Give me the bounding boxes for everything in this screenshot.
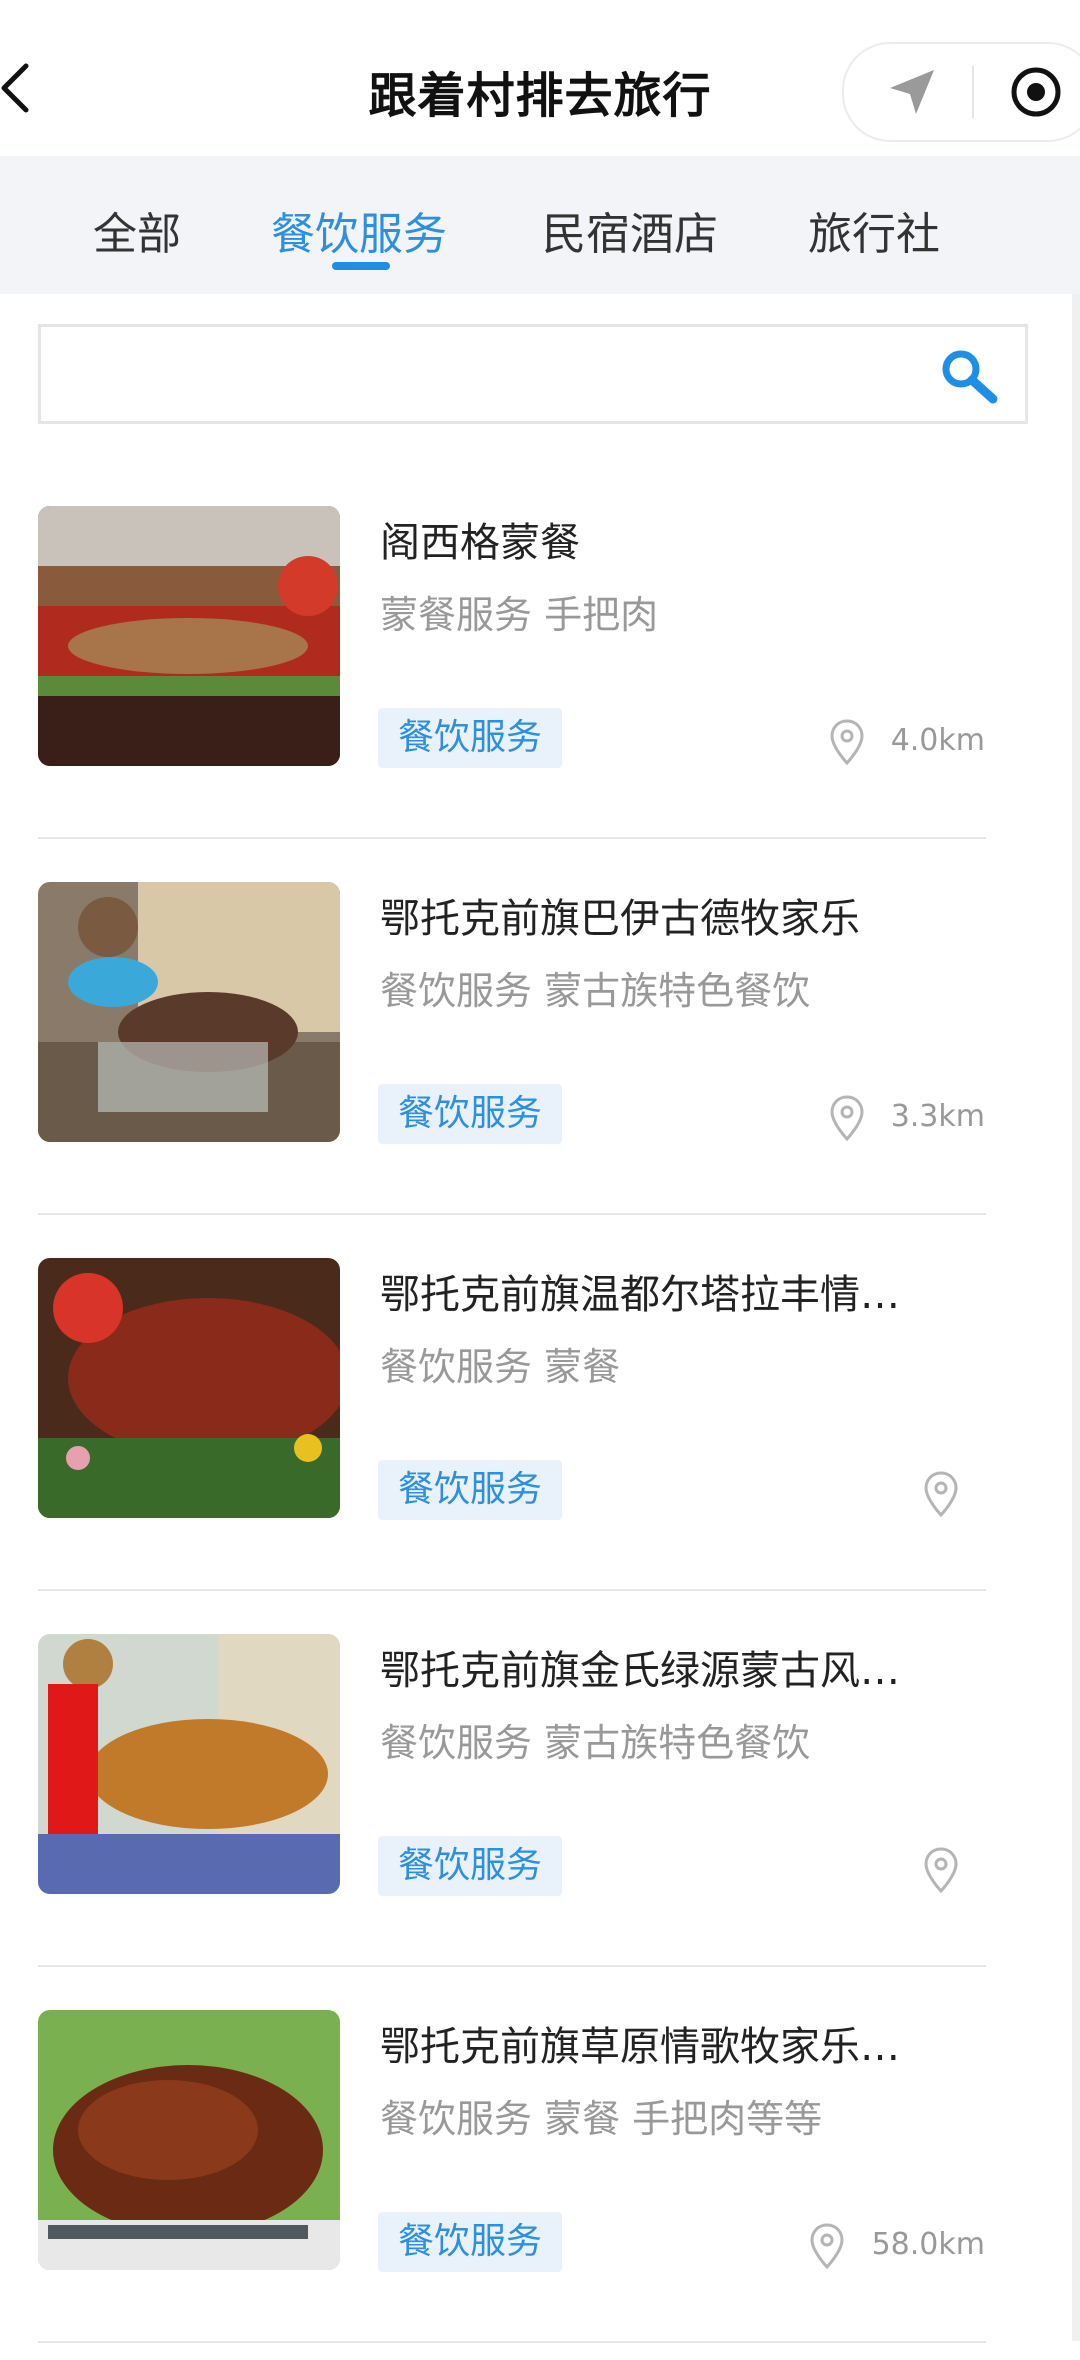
location-pin-icon — [830, 719, 864, 766]
merchant-thumbnail — [38, 1634, 340, 1894]
list-item[interactable]: 鄂托克前旗金氏绿源蒙古风… 餐饮服务 蒙古族特色餐饮 餐饮服务 — [0, 1608, 1080, 1984]
navigation-arrow-icon[interactable] — [884, 64, 940, 120]
location-pin-icon — [924, 1847, 958, 1894]
merchant-description: 餐饮服务 蒙餐 — [380, 1345, 621, 1389]
category-tag: 餐饮服务 — [378, 708, 563, 768]
category-tag: 餐饮服务 — [378, 1460, 563, 1520]
tab-homestay-hotel[interactable]: 民宿酒店 — [542, 198, 718, 262]
divider — [38, 1589, 986, 1591]
divider — [38, 837, 986, 839]
header: 跟着村排去旅行 — [0, 0, 1080, 156]
distance-text: 58.0km — [871, 2227, 985, 2262]
list-item[interactable]: 阁西格蒙餐 蒙餐服务 手把肉 餐饮服务 4.0km — [0, 480, 1080, 856]
tab-dining[interactable]: 餐饮服务 — [271, 198, 447, 262]
merchant-thumbnail — [38, 2010, 340, 2270]
merchant-description: 蒙餐服务 手把肉 — [380, 593, 659, 637]
location-pin-icon — [810, 2223, 844, 2270]
merchant-description: 餐饮服务 蒙古族特色餐饮 — [380, 969, 811, 1013]
merchant-description: 餐饮服务 蒙餐 手把肉等等 — [380, 2097, 823, 2141]
merchant-thumbnail — [38, 506, 340, 766]
category-tag: 餐饮服务 — [378, 1084, 563, 1144]
category-tag: 餐饮服务 — [378, 2212, 563, 2272]
merchant-name: 鄂托克前旗温都尔塔拉丰情… — [380, 1272, 900, 1318]
mini-program-capsule — [842, 42, 1080, 142]
list-item[interactable]: 鄂托克前旗巴伊古德牧家乐 餐饮服务 蒙古族特色餐饮 餐饮服务 3.3km — [0, 856, 1080, 1232]
merchant-name: 鄂托克前旗草原情歌牧家乐… — [380, 2024, 900, 2070]
record-icon[interactable] — [1010, 66, 1062, 118]
divider — [38, 1213, 986, 1215]
merchant-name: 阁西格蒙餐 — [380, 520, 580, 566]
merchant-thumbnail — [38, 882, 340, 1142]
list-item[interactable]: 鄂托克前旗草原情歌牧家乐… 餐饮服务 蒙餐 手把肉等等 餐饮服务 58.0km — [0, 1984, 1080, 2360]
tab-all[interactable]: 全部 — [93, 198, 181, 262]
capsule-separator — [972, 66, 974, 118]
scroll-edge — [1072, 294, 1080, 2341]
divider — [38, 2341, 986, 2343]
merchant-name: 鄂托克前旗巴伊古德牧家乐 — [380, 896, 860, 942]
list-item[interactable]: 鄂托克前旗温都尔塔拉丰情… 餐饮服务 蒙餐 餐饮服务 — [0, 1232, 1080, 1608]
merchant-thumbnail — [38, 1258, 340, 1518]
search-input[interactable] — [38, 324, 1028, 424]
active-tab-indicator — [332, 262, 390, 270]
distance-text: 4.0km — [890, 723, 985, 758]
search-icon[interactable] — [937, 347, 1001, 407]
divider — [38, 1965, 986, 1967]
location-pin-icon — [830, 1095, 864, 1142]
distance-text: 3.3km — [890, 1099, 985, 1134]
merchant-name: 鄂托克前旗金氏绿源蒙古风… — [380, 1648, 900, 1694]
category-tabs: 全部 餐饮服务 民宿酒店 旅行社 — [0, 156, 1080, 294]
location-pin-icon — [924, 1471, 958, 1518]
tab-travel-agency[interactable]: 旅行社 — [808, 198, 940, 262]
merchant-description: 餐饮服务 蒙古族特色餐饮 — [380, 1721, 811, 1765]
category-tag: 餐饮服务 — [378, 1836, 563, 1896]
